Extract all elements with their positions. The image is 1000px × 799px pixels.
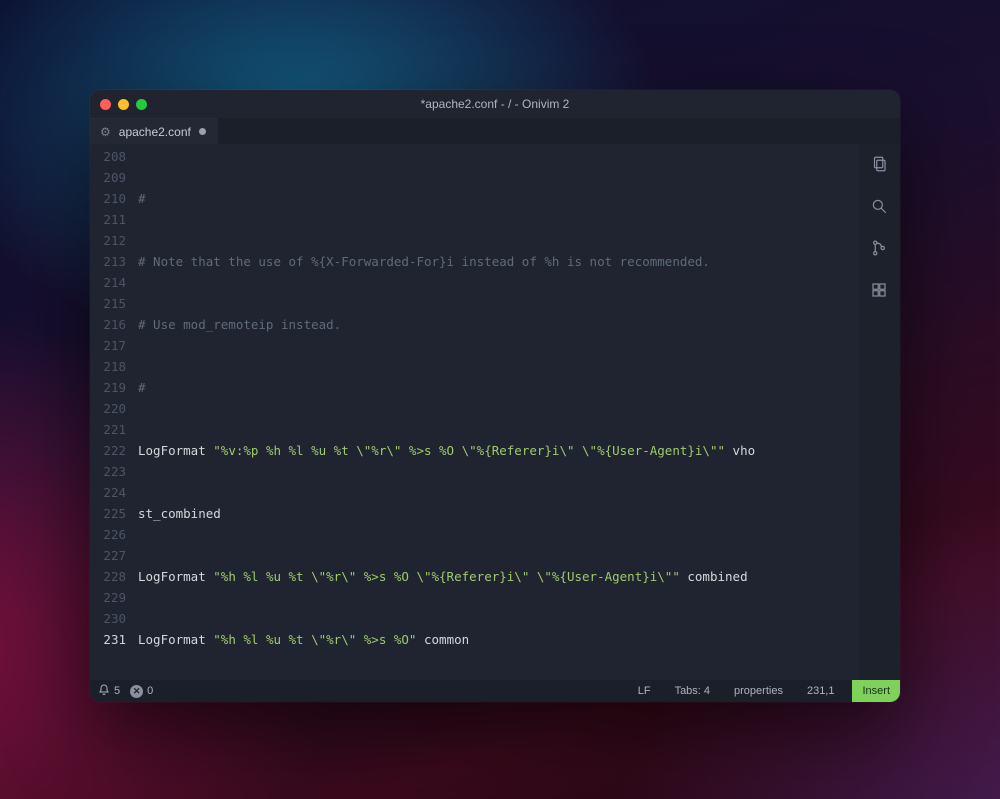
main-area: 2082092102112122132142152162172182192202… [90, 144, 900, 680]
status-cursor-pos[interactable]: 231,1 [801, 685, 841, 697]
status-mode[interactable]: Insert [852, 680, 900, 702]
gear-icon: ⚙ [100, 125, 111, 139]
code-line: # Use mod_remoteip instead. [138, 314, 341, 335]
tab-apache2[interactable]: ⚙ apache2.conf [90, 118, 218, 144]
bell-icon [98, 684, 110, 699]
code-line: # [138, 377, 146, 398]
errors-button[interactable]: ✕ 0 [130, 685, 153, 698]
close-dot[interactable] [100, 99, 111, 110]
search-icon[interactable] [869, 196, 889, 216]
titlebar: *apache2.conf - / - Onivim 2 [90, 90, 900, 118]
grid-icon[interactable] [869, 280, 889, 300]
traffic-lights [100, 99, 147, 110]
code-area[interactable]: # # Note that the use of %{X-Forwarded-F… [134, 144, 858, 680]
code-line: st_combined [138, 503, 221, 524]
error-x-icon: ✕ [130, 685, 143, 698]
status-tabs[interactable]: Tabs: 4 [669, 685, 716, 697]
modified-dot-icon [199, 128, 206, 135]
notifications-count: 5 [114, 685, 120, 697]
editor-window: *apache2.conf - / - Onivim 2 ⚙ apache2.c… [90, 90, 900, 702]
code-line: # [138, 188, 146, 209]
activity-bar [858, 144, 900, 680]
errors-count: 0 [147, 685, 153, 697]
notifications-button[interactable]: 5 [98, 684, 120, 699]
tab-bar: ⚙ apache2.conf [90, 118, 900, 144]
minimize-dot[interactable] [118, 99, 129, 110]
window-title: *apache2.conf - / - Onivim 2 [90, 97, 900, 111]
tab-label: apache2.conf [119, 125, 191, 139]
git-icon[interactable] [869, 238, 889, 258]
code-line: LogFormat [138, 566, 213, 587]
status-bar: 5 ✕ 0 LF Tabs: 4 properties 231,1 Insert [90, 680, 900, 702]
code-line: # Note that the use of %{X-Forwarded-For… [138, 251, 710, 272]
status-eol[interactable]: LF [632, 685, 657, 697]
line-gutter: 2082092102112122132142152162172182192202… [90, 144, 134, 680]
code-line: LogFormat [138, 629, 213, 650]
zoom-dot[interactable] [136, 99, 147, 110]
files-icon[interactable] [869, 154, 889, 174]
editor[interactable]: 2082092102112122132142152162172182192202… [90, 144, 858, 680]
status-language[interactable]: properties [728, 685, 789, 697]
code-line: LogFormat [138, 440, 213, 461]
